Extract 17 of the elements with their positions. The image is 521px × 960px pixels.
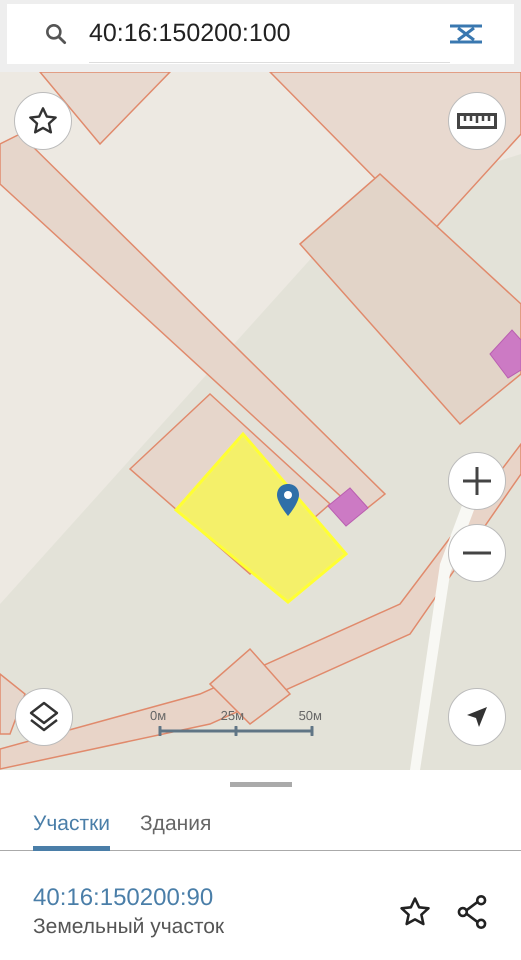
search-field[interactable]: 40:16:150200:100	[7, 4, 514, 64]
tab[interactable]: Участки	[33, 797, 110, 851]
navigation-arrow-icon	[465, 705, 489, 729]
drag-handle[interactable]	[230, 782, 292, 787]
plus-icon	[461, 465, 493, 497]
parcel-number[interactable]: 40:16:150200:90	[33, 883, 398, 913]
minus-icon	[461, 551, 493, 555]
collapse-icon[interactable]	[450, 22, 482, 46]
tab[interactable]: Здания	[140, 797, 212, 851]
scale-label: 50м	[298, 707, 322, 722]
share-icon[interactable]	[456, 895, 488, 929]
ruler-icon	[457, 113, 497, 129]
layers-icon	[27, 700, 61, 734]
map-pin-icon	[277, 484, 299, 516]
parcel-type: Земельный участок	[33, 914, 226, 940]
search-icon[interactable]	[43, 21, 69, 47]
scale-label: 0м	[150, 707, 166, 722]
